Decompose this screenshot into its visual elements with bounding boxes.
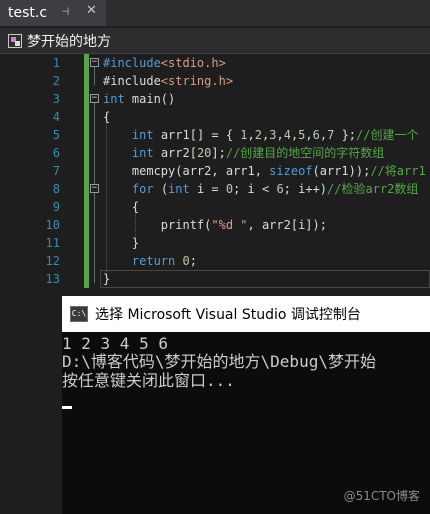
console-app-icon: C:\ (70, 306, 88, 322)
code-line[interactable]: 8 for (int i = 0; i < 6; i++)//检验arr2数组 (0, 180, 430, 198)
line-number: 13 (45, 272, 60, 286)
code-text: printf("%d ", arr2[i]); (103, 218, 327, 232)
code-text: { (103, 110, 111, 124)
tab-title: test.c (8, 5, 48, 21)
line-number: 2 (52, 74, 60, 88)
line-number: 6 (52, 146, 60, 160)
navigation-bar[interactable]: 梦开始的地方 (0, 28, 430, 54)
code-line[interactable]: 10 printf("%d ", arr2[i]); (0, 216, 430, 234)
line-number: 1 (52, 56, 60, 70)
code-text: for (int i = 0; i < 6; i++)//检验arr2数组 (131, 182, 419, 196)
code-line[interactable]: 7 memcpy(arr2, arr1, sizeof(arr1));//将ar… (0, 162, 430, 180)
line-number: 4 (52, 110, 60, 124)
line-number: 9 (52, 200, 60, 214)
code-text: int main() (103, 92, 176, 106)
line-number: 8 (52, 182, 60, 196)
code-text: memcpy(arr2, arr1, sizeof(arr1));//将arr1 (103, 164, 426, 178)
console-cursor (62, 406, 72, 409)
code-line[interactable]: 12 return 0; (0, 252, 430, 270)
code-text: #include<stdio.h> (103, 56, 226, 70)
code-line[interactable]: 2 #include<string.h> (0, 72, 430, 90)
debug-console-window[interactable]: C:\ 选择 Microsoft Visual Studio 调试控制台 1 2… (62, 296, 430, 514)
console-line: 按任意键关闭此窗口... (62, 371, 235, 390)
code-line[interactable]: 1 #include<stdio.h> (0, 54, 430, 72)
line-number: 3 (52, 92, 60, 106)
code-text: } (103, 236, 140, 250)
code-line[interactable]: 4{ (0, 108, 430, 126)
code-text: { (103, 200, 140, 214)
console-title: 选择 Microsoft Visual Studio 调试控制台 (95, 307, 361, 323)
pin-icon[interactable]: ⊣ (62, 4, 69, 18)
watermark: @51CTO博客 (343, 489, 420, 503)
console-line: D:\博客代码\梦开始的地方\Debug\梦开始 (62, 352, 376, 371)
code-line[interactable]: 9 { (0, 198, 430, 216)
close-icon[interactable]: ✕ (86, 3, 97, 18)
code-line[interactable]: 5 int arr1[] = { 1,2,3,4,5,6,7 };//创建一个 (0, 126, 430, 144)
console-title-bar[interactable]: C:\ 选择 Microsoft Visual Studio 调试控制台 (62, 296, 430, 332)
code-text: return 0; (131, 254, 197, 268)
line-number: 10 (45, 218, 60, 232)
line-number: 11 (45, 236, 60, 250)
editor-tab-strip: test.c ⊣ ✕ (0, 0, 430, 26)
line-number: 7 (52, 164, 60, 178)
code-line[interactable]: 6 int arr2[20];//创建目的地空间的字符数组 (0, 144, 430, 162)
code-text: int arr2[20];//创建目的地空间的字符数组 (131, 146, 385, 160)
code-line[interactable]: 13} (0, 270, 430, 288)
code-line[interactable]: 3 int main() (0, 90, 430, 108)
tab-test-c[interactable]: test.c ⊣ ✕ (0, 0, 106, 26)
code-text: } (103, 272, 111, 286)
code-text: #include<string.h> (103, 74, 234, 88)
code-text: int arr1[] = { 1,2,3,4,5,6,7 };//创建一个 (131, 128, 419, 142)
code-line[interactable]: 11 } (0, 234, 430, 252)
line-number: 12 (45, 254, 60, 268)
code-editor[interactable]: − − − 1 #include<stdio.h> 2 #include<string… (0, 54, 430, 290)
scope-label: 梦开始的地方 (27, 33, 111, 50)
project-icon (8, 33, 22, 48)
line-number: 5 (52, 128, 60, 142)
console-line: 1 2 3 4 5 6 (62, 334, 168, 353)
